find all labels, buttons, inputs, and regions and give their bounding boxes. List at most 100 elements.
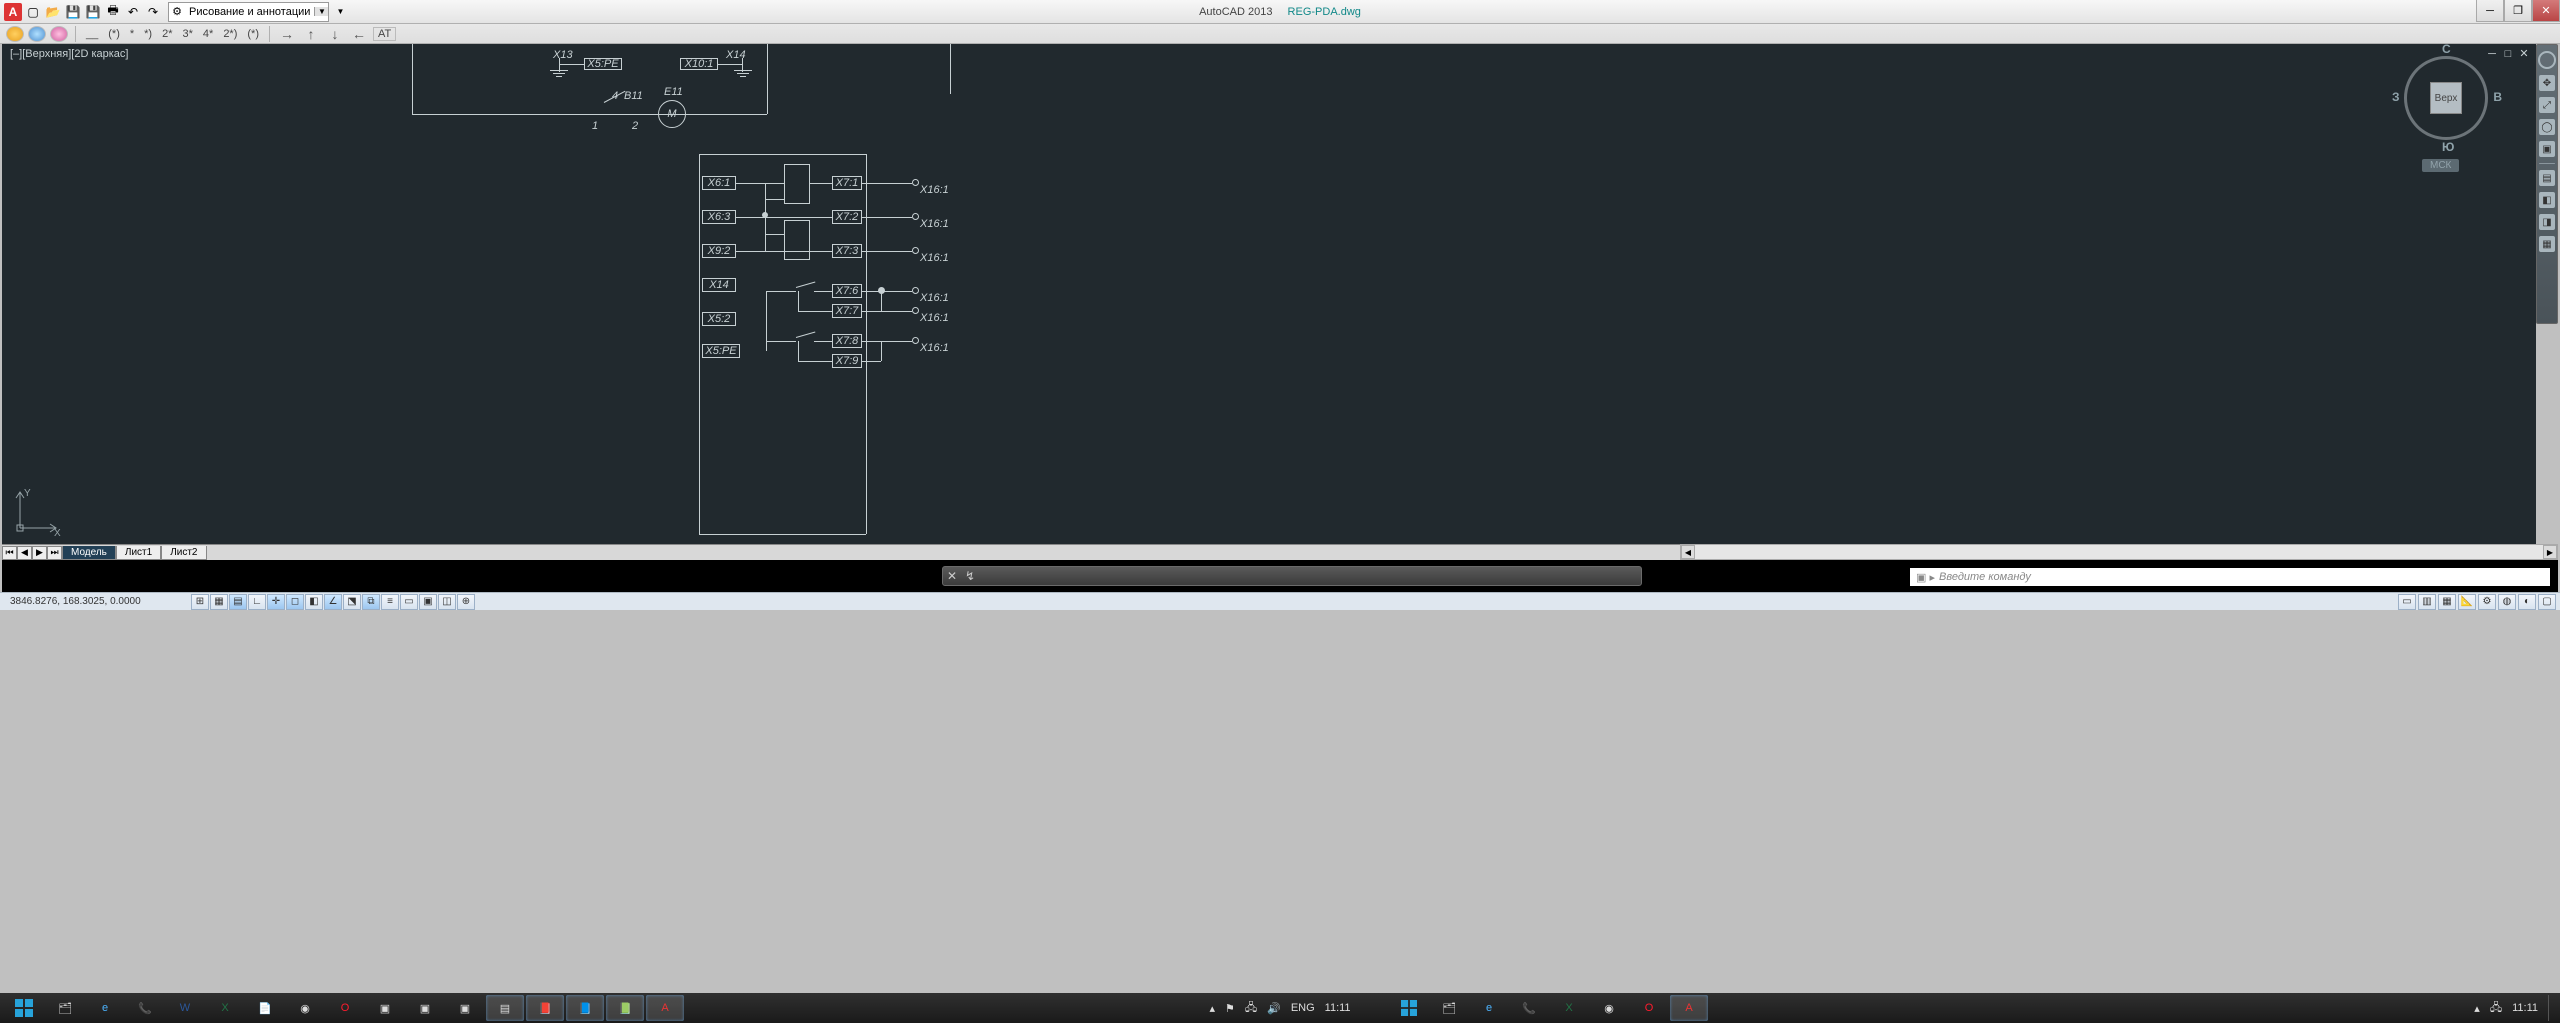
viewcube-csys[interactable]: МСК [2422,159,2459,172]
sb-quickview-l[interactable]: ▥ [2418,594,2436,610]
arrow-down-icon[interactable]: ↓ [325,26,345,42]
vp-close-icon[interactable]: ✕ [2518,48,2530,60]
sb-sc[interactable]: ◫ [438,594,456,610]
scroll-right-icon[interactable]: ▶ [2543,545,2557,559]
sb-grid[interactable]: ▤ [229,594,247,610]
command-input[interactable]: ✕ ↯ [942,566,1642,586]
tb-explorer-icon[interactable]: 🗂 [46,995,84,1021]
tb-autocad-icon[interactable]: A [646,995,684,1021]
arrow-up-icon[interactable]: ↑ [301,26,321,42]
tb2-opera-icon[interactable]: O [1630,995,1668,1021]
sb-workspace[interactable]: ⚙ [2478,594,2496,610]
tb-acrobat-icon[interactable]: 📕 [526,995,564,1021]
tb-doc-icon[interactable]: 📘 [566,995,604,1021]
sb-cleanscreen[interactable]: ▢ [2538,594,2556,610]
restore-button[interactable]: ❐ [2504,0,2532,22]
ribbon-btn-1[interactable] [6,26,24,42]
layout-prev-icon[interactable]: ◀ [17,546,32,560]
tray-lang[interactable]: ENG [1291,1002,1315,1014]
tray-caret-icon[interactable]: ▴ [1209,1002,1215,1015]
close-button[interactable]: ✕ [2532,0,2560,22]
sb-infer[interactable]: ⊞ [191,594,209,610]
layout-last-icon[interactable]: ⏭ [47,546,62,560]
viewport-label[interactable]: [–][Верхняя][2D каркас] [10,48,128,60]
steering-wheel-icon[interactable] [2538,51,2556,69]
tray2-net-icon[interactable]: 🖧 [2490,999,2502,1018]
sb-modelspace[interactable]: ▭ [2398,594,2416,610]
chevron-down-icon[interactable]: ▼ [314,7,328,16]
nav-extra-4[interactable]: ▦ [2539,236,2555,252]
nav-extra-2[interactable]: ◧ [2539,192,2555,208]
view-cube[interactable]: Верх С Ю В З МСК [2396,48,2496,148]
tb-word-icon[interactable]: W [166,995,204,1021]
arrow-left-icon[interactable]: ← [349,26,369,42]
viewcube-east[interactable]: В [2493,90,2502,104]
tb-tc-icon[interactable]: ▤ [486,995,524,1021]
h-scrollbar[interactable]: ◀ ▶ [1680,544,2558,560]
tray2-time[interactable]: 11:11 [2512,1002,2538,1014]
orbit-icon[interactable]: ◯ [2539,119,2555,135]
tb-opera-icon[interactable]: O [326,995,364,1021]
sb-am[interactable]: ⊕ [457,594,475,610]
sb-ducs[interactable]: ⬔ [343,594,361,610]
ribbon-btn-2[interactable] [28,26,46,42]
tb2-chrome-icon[interactable]: ◉ [1590,995,1628,1021]
start-button[interactable] [4,995,44,1021]
tb-app3-icon[interactable]: ▣ [446,995,484,1021]
sb-hw[interactable]: ◍ [2498,594,2516,610]
sb-polar[interactable]: ✛ [267,594,285,610]
sb-quickview-d[interactable]: ▦ [2438,594,2456,610]
viewcube-west[interactable]: З [2392,90,2400,104]
showmotion-icon[interactable]: ▣ [2539,141,2555,157]
rb-t3[interactable]: 2* [159,28,175,40]
qat-new-icon[interactable]: ▢ [24,3,42,21]
tb2-autocad-icon[interactable]: A [1670,995,1708,1021]
tb-chrome-icon[interactable]: ◉ [286,995,324,1021]
command-hint[interactable]: ▣ ▸ Введите команду [1910,568,2550,586]
ribbon-btn-3[interactable] [50,26,68,42]
tb-ie-icon[interactable]: e [86,995,124,1021]
sb-3dosnap[interactable]: ◧ [305,594,323,610]
tb-dialer-icon[interactable]: 📞 [126,995,164,1021]
tb2-dialer-icon[interactable]: 📞 [1510,995,1548,1021]
tab-model[interactable]: Модель [62,546,116,560]
tab-sheet1[interactable]: Лист1 [116,546,161,560]
rb-t0[interactable]: (*) [105,28,123,40]
sb-snap[interactable]: ▦ [210,594,228,610]
tray-net-icon[interactable]: 🖧 [1245,999,1257,1018]
viewcube-top-face[interactable]: Верх [2430,82,2462,114]
tb-notes-icon[interactable]: 📄 [246,995,284,1021]
qat-redo-icon[interactable]: ↷ [144,3,162,21]
viewcube-north[interactable]: С [2442,42,2451,56]
qat-more-icon[interactable]: ▼ [331,3,349,21]
qat-open-icon[interactable]: 📂 [44,3,62,21]
sb-dyn[interactable]: ⧉ [362,594,380,610]
rb-t1[interactable]: * [127,28,137,40]
autocad-icon[interactable]: A [4,3,22,21]
minimize-button[interactable]: ─ [2476,0,2504,22]
rb-t2[interactable]: *) [141,28,155,40]
arrow-right-icon[interactable]: → [277,26,297,42]
tb2-start[interactable] [1390,995,1428,1021]
tb-app1-icon[interactable]: ▣ [366,995,404,1021]
qat-saveas-icon[interactable]: 💾 [84,3,102,21]
tab-sheet2[interactable]: Лист2 [161,546,206,560]
qat-plot-icon[interactable]: 🖶 [104,3,122,21]
qat-save-icon[interactable]: 💾 [64,3,82,21]
nav-extra-1[interactable]: ▤ [2539,170,2555,186]
cmd-wrench-icon[interactable]: ↯ [961,569,979,583]
scroll-left-icon[interactable]: ◀ [1681,545,1695,559]
rb-t7[interactable]: (*) [244,28,262,40]
sb-isolate[interactable]: ◐ [2518,594,2536,610]
sb-ortho[interactable]: ∟ [248,594,266,610]
show-desktop[interactable] [2548,995,2556,1021]
vp-max-icon[interactable]: □ [2502,48,2514,60]
tb2-explorer-icon[interactable]: 🗂 [1430,995,1468,1021]
tb-excel-icon[interactable]: X [206,995,244,1021]
sb-qp[interactable]: ▣ [419,594,437,610]
cmd-close-icon[interactable]: ✕ [943,569,961,583]
qat-undo-icon[interactable]: ↶ [124,3,142,21]
tb-xls-open-icon[interactable]: 📗 [606,995,644,1021]
rb-t4[interactable]: 3* [180,28,196,40]
zoom-extents-icon[interactable]: ⤢ [2539,97,2555,113]
